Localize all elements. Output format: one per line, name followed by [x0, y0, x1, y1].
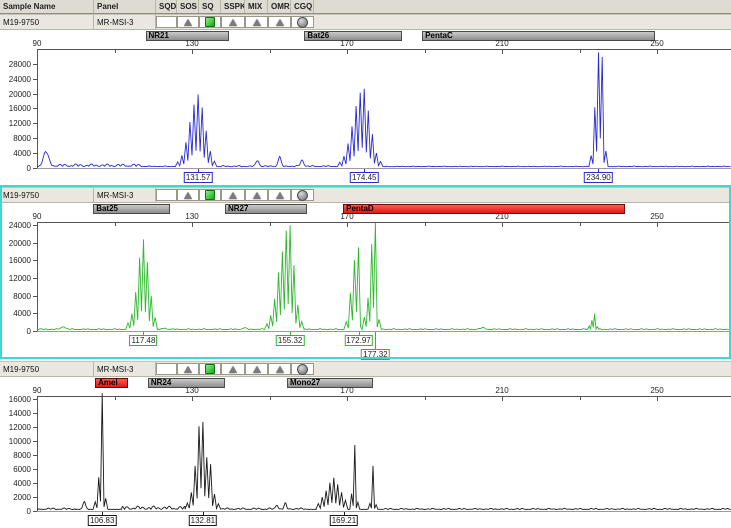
col-header-sq[interactable]: SQ	[199, 0, 221, 13]
warning-triangle-icon	[253, 366, 261, 373]
mix-flag-cell[interactable]	[245, 189, 268, 201]
warning-triangle-icon	[184, 366, 192, 373]
peak-size-label[interactable]: 169.21	[330, 515, 358, 526]
peak-label-leader	[375, 332, 376, 349]
marker-bar-pentad[interactable]: PentaD	[343, 204, 625, 214]
omr-flag-cell[interactable]	[268, 363, 291, 375]
warning-triangle-icon	[229, 366, 237, 373]
peak-size-label[interactable]: 117.48	[130, 335, 158, 346]
marker-bar-bat25[interactable]: Bat25	[93, 204, 170, 214]
peak-size-label[interactable]: 172.97	[344, 335, 372, 346]
green-square-icon	[205, 17, 215, 27]
col-header-mix[interactable]: MIX	[245, 0, 268, 13]
peak-size-label[interactable]: 106.83	[88, 515, 116, 526]
electropherogram-plot[interactable]: NR21Bat26PentaC9013017021025004000800012…	[0, 15, 731, 186]
omr-flag-cell[interactable]	[268, 16, 291, 28]
warning-triangle-icon	[276, 192, 284, 199]
sspk-flag-cell[interactable]	[221, 363, 245, 375]
peak-size-label[interactable]: 174.45	[350, 172, 378, 183]
col-header-omr[interactable]: OMR	[268, 0, 291, 13]
trace-panel-blue: M19-9750 MR-MSI-3 NR21Bat26PentaC9013017…	[0, 14, 731, 186]
trace-panel-green: M19-9750 MR-MSI-3 Bat25NR27PentaD9013017…	[0, 187, 731, 360]
gray-circle-icon	[297, 364, 308, 375]
peak-size-label[interactable]: 131.57	[184, 172, 212, 183]
table-header: Sample Name Panel SQD SOS SQ SSPK MIX OM…	[0, 0, 731, 14]
trace-panel-black: M19-9750 MR-MSI-3 AmelNR24Mono2790130170…	[0, 361, 731, 528]
gray-circle-icon	[297, 17, 308, 28]
warning-triangle-icon	[184, 19, 192, 26]
col-header-sspk[interactable]: SSPK	[221, 0, 245, 13]
electropherogram-trace	[0, 219, 731, 332]
col-header-sample-name[interactable]: Sample Name	[0, 0, 94, 13]
electropherogram-trace	[0, 393, 731, 512]
col-header-sqd[interactable]: SQD	[156, 0, 177, 13]
sqd-flag-cell[interactable]	[156, 363, 177, 375]
col-header-cgq[interactable]: CGQ	[291, 0, 314, 13]
warning-triangle-icon	[276, 366, 284, 373]
col-header-panel[interactable]: Panel	[94, 0, 156, 13]
sample-name-cell[interactable]: M19-9750	[0, 15, 94, 29]
electropherogram-plot[interactable]: Bat25NR27PentaD9013017021025004000800012…	[0, 188, 731, 360]
panel-name-cell[interactable]: MR-MSI-3	[94, 15, 156, 29]
sspk-flag-cell[interactable]	[221, 189, 245, 201]
cgq-flag-cell[interactable]	[291, 363, 314, 375]
peak-size-label[interactable]: 132.81	[189, 515, 217, 526]
sq-flag-cell[interactable]	[199, 189, 221, 201]
gray-circle-icon	[297, 190, 308, 201]
peak-size-label[interactable]: 177.32	[361, 349, 389, 360]
electropherogram-plot[interactable]: AmelNR24Mono2790130170210250020004000600…	[0, 362, 731, 528]
sample-name-cell[interactable]: M19-9750	[0, 362, 94, 376]
mix-flag-cell[interactable]	[245, 16, 268, 28]
cgq-flag-cell[interactable]	[291, 189, 314, 201]
sample-row[interactable]: M19-9750 MR-MSI-3	[0, 15, 731, 30]
panel-name-cell[interactable]: MR-MSI-3	[94, 362, 156, 376]
green-square-icon	[205, 190, 215, 200]
warning-triangle-icon	[229, 19, 237, 26]
warning-triangle-icon	[229, 192, 237, 199]
sample-name-cell[interactable]: M19-9750	[0, 188, 94, 202]
sspk-flag-cell[interactable]	[221, 16, 245, 28]
cgq-flag-cell[interactable]	[291, 16, 314, 28]
marker-bar-pentac[interactable]: PentaC	[422, 31, 655, 41]
marker-bar-mono27[interactable]: Mono27	[287, 378, 373, 388]
warning-triangle-icon	[253, 19, 261, 26]
sos-flag-cell[interactable]	[177, 189, 199, 201]
sq-flag-cell[interactable]	[199, 363, 221, 375]
peak-size-label[interactable]: 155.32	[276, 335, 304, 346]
warning-triangle-icon	[276, 19, 284, 26]
sample-row[interactable]: M19-9750 MR-MSI-3	[0, 188, 731, 203]
sqd-flag-cell[interactable]	[156, 189, 177, 201]
warning-triangle-icon	[253, 192, 261, 199]
sos-flag-cell[interactable]	[177, 16, 199, 28]
marker-bar-nr27[interactable]: NR27	[225, 204, 307, 214]
sqd-flag-cell[interactable]	[156, 16, 177, 28]
sample-row[interactable]: M19-9750 MR-MSI-3	[0, 362, 731, 377]
mix-flag-cell[interactable]	[245, 363, 268, 375]
electropherogram-trace	[0, 46, 731, 169]
panel-name-cell[interactable]: MR-MSI-3	[94, 188, 156, 202]
marker-bar-amel[interactable]: Amel	[95, 378, 128, 388]
col-header-sos[interactable]: SOS	[177, 0, 199, 13]
green-square-icon	[205, 364, 215, 374]
warning-triangle-icon	[184, 192, 192, 199]
sos-flag-cell[interactable]	[177, 363, 199, 375]
sq-flag-cell[interactable]	[199, 16, 221, 28]
omr-flag-cell[interactable]	[268, 189, 291, 201]
peak-size-label[interactable]: 234.90	[584, 172, 612, 183]
